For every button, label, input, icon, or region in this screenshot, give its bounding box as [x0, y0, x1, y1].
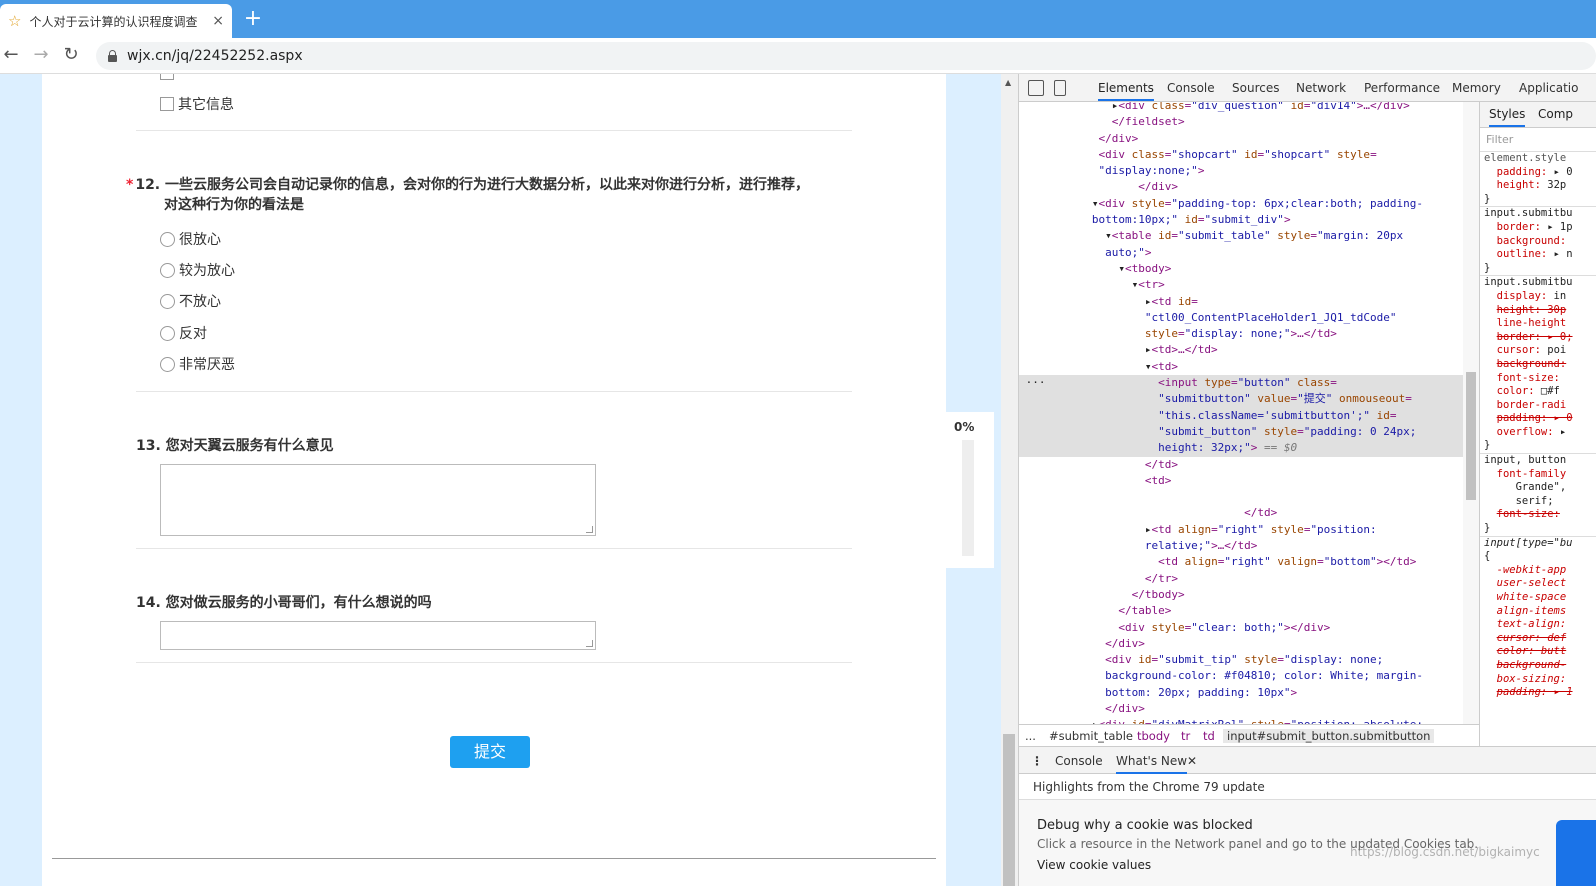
page-viewport: 其它信息 * 12. 一些云服务公司会自动记录你的信息，会对你的行为进行大数据分析…: [0, 74, 1018, 886]
progress-bar: [962, 440, 974, 556]
reload-icon[interactable]: ↻: [60, 44, 82, 66]
question-13-textarea[interactable]: [160, 464, 596, 536]
browser-tab[interactable]: ☆ 个人对于云计算的认识程度调查 ×: [0, 4, 232, 38]
required-star: *: [126, 177, 134, 193]
option-oppose[interactable]: 反对: [160, 323, 207, 343]
device-toolbar-icon[interactable]: [1054, 80, 1066, 96]
tab-title: 个人对于云计算的认识程度调查: [29, 14, 198, 29]
tab-network[interactable]: Network: [1296, 81, 1346, 95]
url-text: wjx.cn/jq/22452252.aspx: [127, 48, 303, 64]
devtools-panel: Elements Console Sources Network Perform…: [1018, 74, 1596, 886]
dom-tree[interactable]: ▸<div class="div_question" id="div14">…<…: [1019, 102, 1479, 724]
radio-button[interactable]: [160, 293, 175, 309]
tab-memory[interactable]: Memory: [1452, 81, 1501, 95]
breadcrumb-tbody[interactable]: tbody: [1137, 729, 1170, 743]
whats-new-item-next: View cookie values: [1037, 858, 1152, 872]
tab-styles[interactable]: Styles: [1489, 107, 1526, 127]
tab-performance[interactable]: Performance: [1364, 81, 1440, 95]
inspect-element-icon[interactable]: [1028, 80, 1044, 96]
scrollbar-thumb[interactable]: [1003, 734, 1015, 886]
option-very-assured[interactable]: 很放心: [160, 229, 221, 249]
divider: [136, 391, 852, 392]
radio-button[interactable]: [160, 262, 175, 278]
styles-pane: Styles Comp Filter element.style padding…: [1479, 102, 1596, 746]
whats-new-heading: Highlights from the Chrome 79 update: [1019, 774, 1596, 800]
floating-badge: [1556, 820, 1596, 886]
address-bar[interactable]: wjx.cn/jq/22452252.aspx: [96, 42, 1596, 70]
option-disgust[interactable]: 非常厌恶: [160, 354, 235, 374]
styles-filter[interactable]: Filter: [1480, 128, 1596, 152]
back-icon[interactable]: ←: [0, 44, 22, 66]
question-14-textarea[interactable]: [160, 621, 596, 650]
survey-form: 其它信息 * 12. 一些云服务公司会自动记录你的信息，会对你的行为进行大数据分析…: [42, 74, 946, 886]
radio-button[interactable]: [160, 356, 175, 372]
browser-toolbar: ← → ↻ wjx.cn/jq/22452252.aspx: [0, 38, 1596, 74]
new-tab-button[interactable]: +: [242, 8, 264, 30]
close-drawer-tab-icon[interactable]: ✕: [1187, 754, 1197, 768]
devtools-tabs: Elements Console Sources Network Perform…: [1019, 74, 1596, 102]
breadcrumb-more[interactable]: ...: [1025, 729, 1036, 743]
progress-percent: 0%: [954, 420, 975, 434]
scrollbar-thumb[interactable]: [1466, 372, 1476, 500]
progress-indicator: 0%: [946, 412, 994, 568]
drawer-tab-console[interactable]: Console: [1055, 754, 1103, 768]
drawer-menu-icon[interactable]: ⋮: [1031, 754, 1043, 768]
tab-application[interactable]: Applicatio: [1519, 81, 1578, 95]
tab-strip: ☆ 个人对于云计算的认识程度调查 × +: [0, 0, 1596, 38]
forward-icon[interactable]: →: [30, 44, 52, 66]
close-tab-icon[interactable]: ×: [212, 13, 224, 29]
bookmark-star-icon: ☆: [8, 12, 22, 30]
whats-new-content: Debug why a cookie was blocked Click a r…: [1019, 800, 1596, 886]
question-13-title: 13. 您对天翼云服务有什么意见: [136, 438, 334, 454]
scroll-up-icon[interactable]: ▲: [1005, 78, 1011, 87]
option-partial[interactable]: [160, 74, 178, 80]
option-label: 其它信息: [178, 97, 234, 113]
drawer-tabs: ⋮ Console What's New ✕: [1019, 746, 1596, 774]
divider: [136, 548, 852, 549]
element-breadcrumb: ... #submit_table tbody tr td input#subm…: [1019, 724, 1479, 746]
css-rules: element.style padding: ▸ 0 height: 32p }…: [1480, 152, 1596, 700]
radio-button[interactable]: [160, 325, 175, 341]
footer-divider: [52, 858, 936, 859]
whats-new-item-title: Debug why a cookie was blocked: [1037, 818, 1253, 833]
radio-button[interactable]: [160, 231, 175, 247]
tab-sources[interactable]: Sources: [1232, 81, 1279, 95]
checkbox[interactable]: [160, 97, 174, 111]
lock-icon: [108, 49, 117, 62]
breadcrumb-submit-table[interactable]: #submit_table: [1049, 729, 1133, 743]
page-scrollbar[interactable]: ▲: [1001, 74, 1018, 886]
question-12-title: * 12. 一些云服务公司会自动记录你的信息，会对你的行为进行大数据分析，以此来对…: [126, 177, 810, 193]
tab-console[interactable]: Console: [1167, 81, 1215, 95]
divider: [136, 130, 852, 131]
checkbox[interactable]: [160, 74, 174, 80]
option-other-info[interactable]: 其它信息: [160, 94, 234, 114]
styles-tabs: Styles Comp: [1480, 102, 1596, 128]
watermark: https://blog.csdn.net/bigkaimyc: [1350, 845, 1540, 859]
breadcrumb-input-submit[interactable]: input#submit_button.submitbutton: [1223, 729, 1435, 743]
breadcrumb-td[interactable]: td: [1203, 729, 1215, 743]
submit-button[interactable]: 提交: [450, 736, 530, 768]
option-fairly-assured[interactable]: 较为放心: [160, 260, 235, 280]
tab-elements[interactable]: Elements: [1098, 81, 1154, 101]
tab-computed[interactable]: Comp: [1538, 107, 1573, 122]
question-14-title: 14. 您对做云服务的小哥哥们，有什么想说的吗: [136, 595, 432, 611]
dom-scrollbar[interactable]: [1463, 102, 1479, 724]
divider: [136, 662, 852, 663]
option-not-assured[interactable]: 不放心: [160, 291, 221, 311]
drawer-tab-whats-new[interactable]: What's New: [1116, 754, 1188, 774]
question-12-title-line2: 对这种行为你的看法是: [164, 197, 304, 213]
breadcrumb-tr[interactable]: tr: [1181, 729, 1190, 743]
